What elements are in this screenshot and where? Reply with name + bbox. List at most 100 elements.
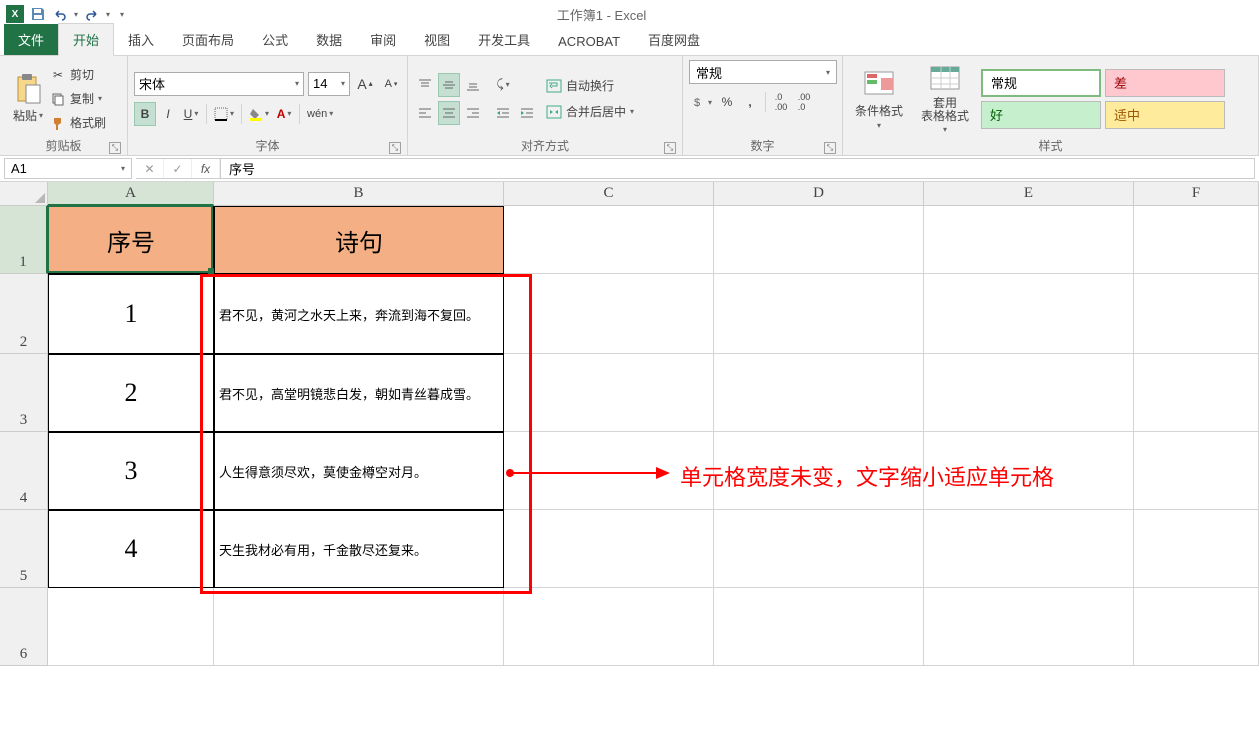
save-icon[interactable] (30, 6, 46, 22)
tab-review[interactable]: 审阅 (356, 24, 410, 55)
enter-icon[interactable]: ✓ (164, 159, 192, 178)
cell-B1[interactable]: 诗句 (214, 206, 504, 274)
tab-dev[interactable]: 开发工具 (464, 24, 544, 55)
col-header-B[interactable]: B (214, 182, 504, 206)
cell-D5[interactable] (714, 510, 924, 588)
cell-A3[interactable]: 2 (48, 354, 214, 432)
row-header-1[interactable]: 1 (0, 206, 48, 274)
paste-button[interactable]: 粘贴▾ (6, 71, 50, 126)
wrap-text-button[interactable]: 自动换行 (546, 75, 634, 97)
row-header-4[interactable]: 4 (0, 432, 48, 510)
cell-B2[interactable]: 君不见，黄河之水天上来，奔流到海不复回。 (214, 274, 504, 354)
cell-A5[interactable]: 4 (48, 510, 214, 588)
col-header-F[interactable]: F (1134, 182, 1259, 206)
align-center-button[interactable] (438, 101, 460, 125)
decrease-decimal-button[interactable]: .00.0 (793, 90, 815, 114)
fx-button[interactable]: fx (192, 159, 220, 178)
cell-E3[interactable] (924, 354, 1134, 432)
cell-B6[interactable] (214, 588, 504, 666)
font-launcher[interactable]: ⤡ (389, 142, 401, 154)
tab-insert[interactable]: 插入 (114, 24, 168, 55)
cell-B4[interactable]: 人生得意须尽欢，莫使金樽空对月。 (214, 432, 504, 510)
number-format-combo[interactable]: 常规▾ (689, 60, 837, 84)
formula-input[interactable]: 序号 (221, 158, 1255, 179)
align-middle-button[interactable] (438, 73, 460, 97)
cell-C3[interactable] (504, 354, 714, 432)
cell-D3[interactable] (714, 354, 924, 432)
cut-button[interactable]: ✂剪切 (50, 64, 106, 86)
comma-button[interactable]: , (739, 90, 761, 114)
increase-font-button[interactable]: A▴ (354, 72, 376, 96)
border-button[interactable]: ▾ (211, 102, 237, 126)
cell-F5[interactable] (1134, 510, 1259, 588)
cancel-icon[interactable]: ✕ (136, 159, 164, 178)
tab-home[interactable]: 开始 (58, 23, 114, 56)
cell-E1[interactable] (924, 206, 1134, 274)
increase-indent-button[interactable] (516, 101, 538, 125)
style-good[interactable]: 好 (981, 101, 1101, 129)
cell-A1[interactable]: 序号 (48, 206, 214, 274)
col-header-A[interactable]: A (48, 182, 214, 206)
accounting-button[interactable]: $▾ (689, 90, 715, 114)
cell-A6[interactable] (48, 588, 214, 666)
tab-acrobat[interactable]: ACROBAT (544, 28, 634, 55)
tab-file[interactable]: 文件 (4, 24, 58, 55)
decrease-font-button[interactable]: A▾ (380, 72, 402, 96)
format-painter-button[interactable]: 格式刷 (50, 112, 106, 134)
phonetic-button[interactable]: wén▾ (304, 102, 336, 126)
name-box[interactable]: A1▾ (4, 158, 132, 179)
cell-F3[interactable] (1134, 354, 1259, 432)
clipboard-launcher[interactable]: ⤡ (109, 142, 121, 154)
cell-B3[interactable]: 君不见，高堂明镜悲白发，朝如青丝暮成雪。 (214, 354, 504, 432)
undo-dropdown[interactable]: ▾ (74, 10, 78, 19)
style-bad[interactable]: 差 (1105, 69, 1225, 97)
fill-color-button[interactable]: ▾ (246, 102, 272, 126)
cell-C1[interactable] (504, 206, 714, 274)
align-launcher[interactable]: ⤡ (664, 142, 676, 154)
italic-button[interactable]: I (157, 102, 179, 126)
cell-F4[interactable] (1134, 432, 1259, 510)
tab-formula[interactable]: 公式 (248, 24, 302, 55)
copy-button[interactable]: 复制▾ (50, 88, 106, 110)
font-color-button[interactable]: A▾ (273, 102, 295, 126)
cell-C2[interactable] (504, 274, 714, 354)
align-left-button[interactable] (414, 101, 436, 125)
tab-data[interactable]: 数据 (302, 24, 356, 55)
cell-C5[interactable] (504, 510, 714, 588)
decrease-indent-button[interactable] (492, 101, 514, 125)
align-bottom-button[interactable] (462, 73, 484, 97)
tab-baidu[interactable]: 百度网盘 (634, 24, 714, 55)
row-header-5[interactable]: 5 (0, 510, 48, 588)
col-header-C[interactable]: C (504, 182, 714, 206)
undo-icon[interactable] (52, 6, 68, 22)
style-neutral[interactable]: 适中 (1105, 101, 1225, 129)
redo-icon[interactable] (84, 6, 100, 22)
font-size-combo[interactable]: 14▾ (308, 72, 350, 96)
cell-E5[interactable] (924, 510, 1134, 588)
conditional-format-button[interactable]: 条件格式▾ (849, 66, 909, 132)
number-launcher[interactable]: ⤡ (824, 142, 836, 154)
select-all-corner[interactable] (0, 182, 48, 206)
increase-decimal-button[interactable]: .0.00 (770, 90, 792, 114)
bold-button[interactable]: B (134, 102, 156, 126)
cell-F2[interactable] (1134, 274, 1259, 354)
cell-A2[interactable]: 1 (48, 274, 214, 354)
row-header-3[interactable]: 3 (0, 354, 48, 432)
tab-view[interactable]: 视图 (410, 24, 464, 55)
cell-C6[interactable] (504, 588, 714, 666)
cell-D1[interactable] (714, 206, 924, 274)
format-table-button[interactable]: 套用 表格格式▾ (915, 61, 975, 136)
cell-E6[interactable] (924, 588, 1134, 666)
redo-dropdown[interactable]: ▾ (106, 10, 110, 19)
style-normal[interactable]: 常规 (981, 69, 1101, 97)
merge-center-button[interactable]: 合并后居中▾ (546, 101, 634, 123)
col-header-E[interactable]: E (924, 182, 1134, 206)
cell-D2[interactable] (714, 274, 924, 354)
cell-E2[interactable] (924, 274, 1134, 354)
percent-button[interactable]: % (716, 90, 738, 114)
row-header-2[interactable]: 2 (0, 274, 48, 354)
underline-button[interactable]: U▾ (180, 102, 202, 126)
row-header-6[interactable]: 6 (0, 588, 48, 666)
font-name-combo[interactable]: 宋体▾ (134, 72, 304, 96)
cell-A4[interactable]: 3 (48, 432, 214, 510)
